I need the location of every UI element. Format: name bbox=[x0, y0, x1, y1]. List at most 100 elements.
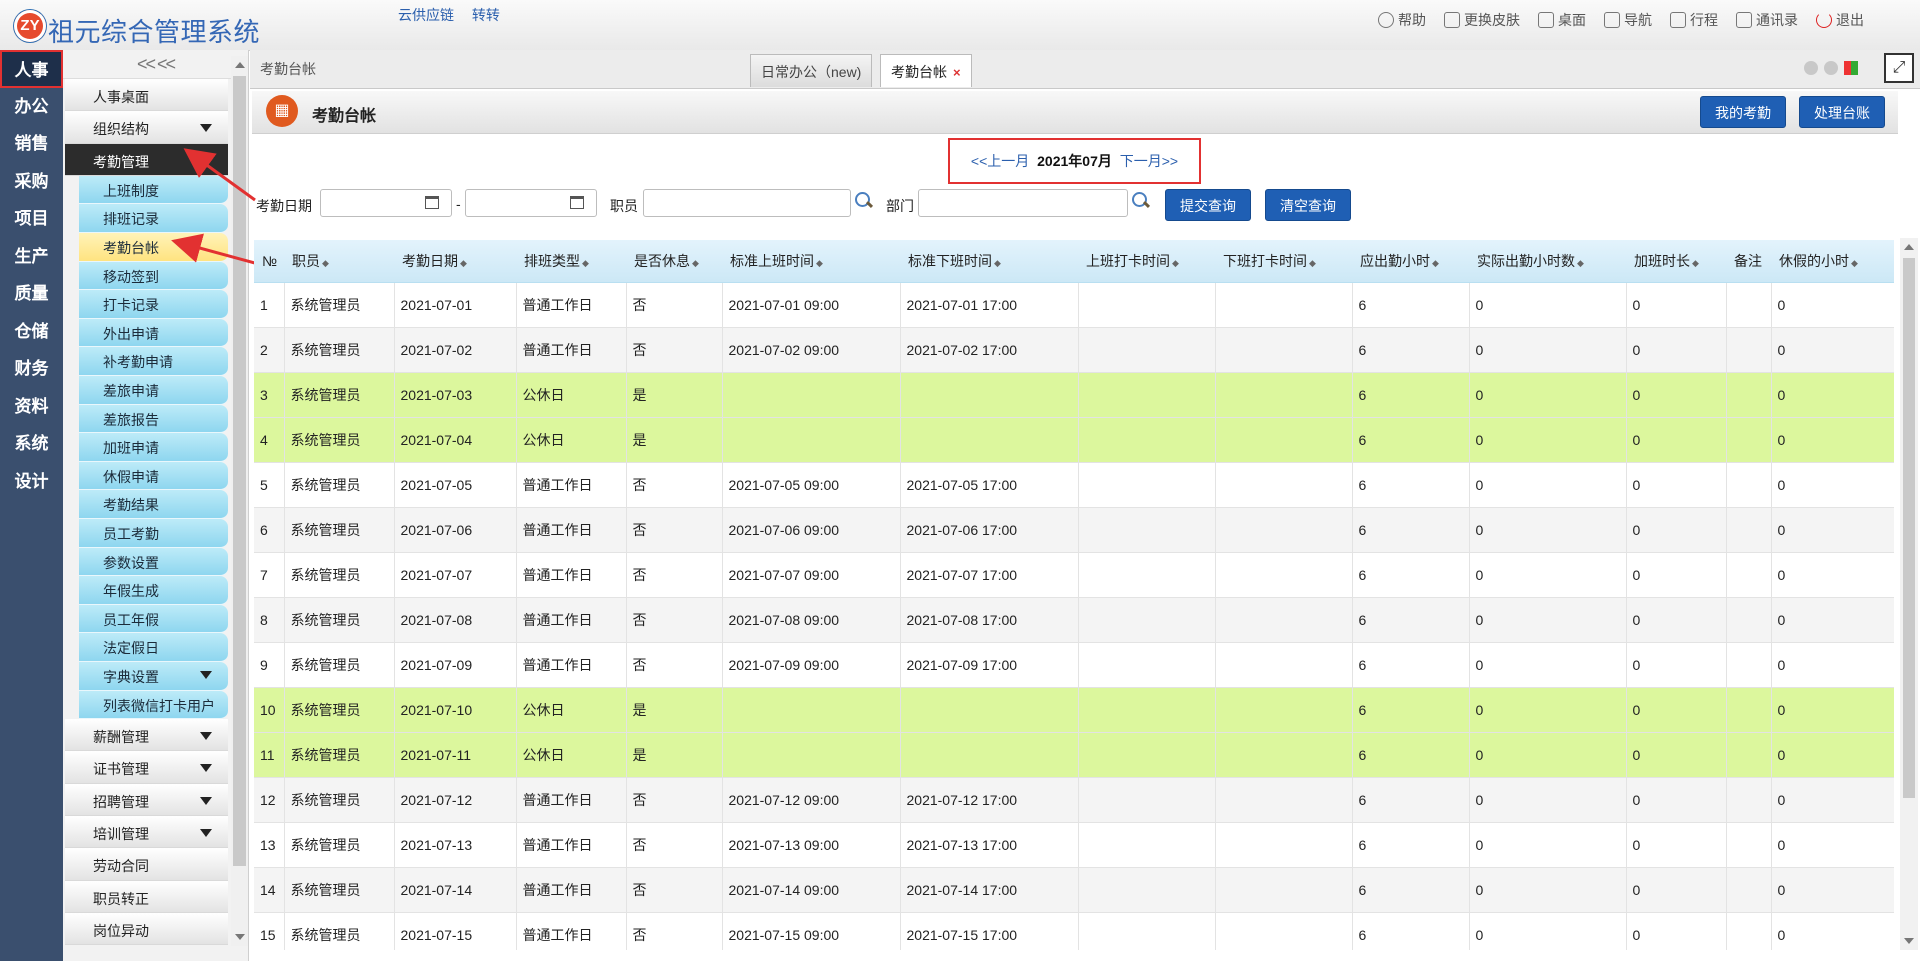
module-item[interactable]: 销售 bbox=[0, 125, 63, 163]
department-search-icon[interactable] bbox=[1132, 192, 1150, 210]
table-row[interactable]: 13 系统管理员 2021-07-13 普通工作日否 2021-07-13 09:00 2… bbox=[254, 822, 1894, 868]
menu-item[interactable]: 打卡记录 bbox=[79, 290, 228, 319]
column-header[interactable]: 上班打卡时间 ◆ bbox=[1078, 240, 1215, 283]
collapse-menu-button[interactable]: << << bbox=[63, 50, 248, 79]
column-header[interactable]: 标准下班时间 ◆ bbox=[900, 240, 1078, 283]
menu-item[interactable]: 差旅申请 bbox=[79, 376, 228, 405]
module-item[interactable]: 办公 bbox=[0, 88, 63, 126]
date-end-input[interactable] bbox=[465, 189, 597, 217]
logout-button[interactable]: 退出 bbox=[1816, 10, 1864, 30]
table-row[interactable]: 14 系统管理员 2021-07-14 普通工作日否 2021-07-14 09:00 2… bbox=[254, 867, 1894, 913]
chevron-down-icon[interactable] bbox=[200, 764, 212, 773]
menu-item[interactable]: 参数设置 bbox=[79, 547, 228, 577]
sort-icon[interactable]: ◆ bbox=[460, 258, 467, 268]
sort-icon[interactable]: ◆ bbox=[1577, 258, 1584, 268]
sort-icon[interactable]: ◆ bbox=[994, 258, 1001, 268]
calendar-icon[interactable] bbox=[570, 196, 584, 209]
column-header[interactable]: 实际出勤小时数 ◆ bbox=[1469, 240, 1626, 283]
scroll-down-icon[interactable] bbox=[1904, 938, 1914, 944]
module-item[interactable]: 财务 bbox=[0, 350, 63, 388]
sort-icon[interactable]: ◆ bbox=[1309, 258, 1316, 268]
tab-next-icon[interactable] bbox=[1824, 61, 1838, 75]
page-scrollbar[interactable] bbox=[1900, 238, 1918, 950]
page-scroll-thumb[interactable] bbox=[1903, 258, 1915, 798]
submit-query-button[interactable]: 提交查询 bbox=[1165, 189, 1251, 221]
table-row[interactable]: 11 系统管理员 2021-07-11 公休日是 6 0 0 0 bbox=[254, 732, 1894, 778]
table-row[interactable]: 10 系统管理员 2021-07-10 公休日是 6 0 0 0 bbox=[254, 687, 1894, 733]
module-item[interactable]: 资料 bbox=[0, 388, 63, 426]
menu-item[interactable]: 外出申请 bbox=[79, 318, 228, 348]
menu-item[interactable]: 加班申请 bbox=[79, 433, 228, 462]
scroll-down-icon[interactable] bbox=[235, 934, 245, 940]
menu-item[interactable]: 年假生成 bbox=[79, 576, 228, 605]
sort-icon[interactable]: ◆ bbox=[322, 258, 329, 268]
menu-item[interactable]: 移动签到 bbox=[79, 261, 228, 291]
module-item[interactable]: 人事 bbox=[0, 50, 63, 88]
table-row[interactable]: 2 系统管理员 2021-07-02 普通工作日否 2021-07-02 09:00 20… bbox=[254, 327, 1894, 373]
module-item[interactable]: 生产 bbox=[0, 238, 63, 276]
menu-item[interactable]: 劳动合同 bbox=[65, 848, 228, 881]
close-icon[interactable]: × bbox=[953, 65, 961, 80]
process-ledger-button[interactable]: 处理台账 bbox=[1799, 96, 1885, 128]
menu-scroll-thumb[interactable] bbox=[233, 76, 246, 866]
table-row[interactable]: 5 系统管理员 2021-07-05 普通工作日否 2021-07-05 09:00 20… bbox=[254, 462, 1894, 508]
help-button[interactable]: 帮助 bbox=[1378, 10, 1426, 30]
tab-list-icon[interactable] bbox=[1844, 61, 1858, 75]
menu-item[interactable]: 培训管理 bbox=[65, 816, 228, 849]
table-row[interactable]: 9 系统管理员 2021-07-09 普通工作日否 2021-07-09 09:00 20… bbox=[254, 642, 1894, 688]
sort-icon[interactable]: ◆ bbox=[1172, 258, 1179, 268]
menu-item[interactable]: 人事桌面 bbox=[65, 79, 228, 112]
chevron-down-icon[interactable] bbox=[200, 829, 212, 838]
scroll-up-icon[interactable] bbox=[1904, 244, 1914, 250]
sort-icon[interactable]: ◆ bbox=[582, 258, 589, 268]
menu-item[interactable]: 职员转正 bbox=[65, 880, 228, 913]
menu-item[interactable]: 字典设置 bbox=[79, 661, 228, 691]
change-skin-button[interactable]: 更换皮肤 bbox=[1444, 10, 1520, 30]
scroll-up-icon[interactable] bbox=[235, 62, 245, 68]
menu-item[interactable]: 岗位异动 bbox=[65, 912, 228, 946]
column-header[interactable]: 备注 bbox=[1726, 240, 1771, 283]
table-row[interactable]: 6 系统管理员 2021-07-06 普通工作日否 2021-07-06 09:00 20… bbox=[254, 507, 1894, 553]
sort-icon[interactable]: ◆ bbox=[1692, 258, 1699, 268]
column-header[interactable]: № bbox=[254, 240, 284, 283]
contacts-button[interactable]: 通讯录 bbox=[1736, 10, 1798, 30]
column-header[interactable]: 考勤日期 ◆ bbox=[394, 240, 516, 283]
menu-item[interactable]: 休假申请 bbox=[79, 461, 228, 491]
menu-item[interactable]: 考勤结果 bbox=[79, 490, 228, 520]
column-header[interactable]: 职员 ◆ bbox=[284, 240, 394, 283]
chevron-down-icon[interactable] bbox=[200, 732, 212, 741]
link-transfer[interactable]: 转转 bbox=[472, 7, 500, 23]
chevron-down-icon[interactable] bbox=[200, 124, 212, 133]
clear-query-button[interactable]: 清空查询 bbox=[1265, 189, 1351, 221]
table-row[interactable]: 4 系统管理员 2021-07-04 公休日是 6 0 0 0 bbox=[254, 417, 1894, 463]
menu-item[interactable]: 列表微信打卡用户 bbox=[79, 690, 228, 720]
table-row[interactable]: 3 系统管理员 2021-07-03 公休日是 6 0 0 0 bbox=[254, 372, 1894, 418]
column-header[interactable]: 是否休息 ◆ bbox=[626, 240, 722, 283]
module-item[interactable]: 质量 bbox=[0, 275, 63, 313]
menu-item[interactable]: 薪酬管理 bbox=[65, 719, 228, 752]
menu-item[interactable]: 补考勤申请 bbox=[79, 347, 228, 377]
column-header[interactable]: 下班打卡时间 ◆ bbox=[1215, 240, 1352, 283]
navigation-button[interactable]: 导航 bbox=[1604, 10, 1652, 30]
table-row[interactable]: 1 系统管理员 2021-07-01 普通工作日否 2021-07-01 09:00 20… bbox=[254, 282, 1894, 328]
menu-item[interactable]: 排班记录 bbox=[79, 204, 228, 234]
fullscreen-button[interactable]: ⤢ bbox=[1884, 53, 1914, 83]
module-item[interactable]: 仓储 bbox=[0, 313, 63, 351]
date-start-input[interactable] bbox=[320, 189, 452, 217]
sort-icon[interactable]: ◆ bbox=[1851, 258, 1858, 268]
table-row[interactable]: 12 系统管理员 2021-07-12 普通工作日否 2021-07-12 09:00 2… bbox=[254, 777, 1894, 823]
sort-icon[interactable]: ◆ bbox=[692, 258, 699, 268]
menu-scrollbar[interactable] bbox=[231, 56, 248, 946]
column-header[interactable]: 应出勤小时 ◆ bbox=[1352, 240, 1469, 283]
menu-item[interactable]: 招聘管理 bbox=[65, 783, 228, 817]
department-input[interactable] bbox=[918, 189, 1128, 217]
desktop-button[interactable]: 桌面 bbox=[1538, 10, 1586, 30]
tab-prev-icon[interactable] bbox=[1804, 61, 1818, 75]
menu-item[interactable]: 员工考勤 bbox=[79, 519, 228, 548]
menu-item[interactable]: 考勤管理 bbox=[65, 143, 228, 176]
chevron-down-icon[interactable] bbox=[200, 670, 212, 679]
menu-item[interactable]: 差旅报告 bbox=[79, 404, 228, 434]
module-item[interactable]: 采购 bbox=[0, 163, 63, 201]
table-row[interactable]: 7 系统管理员 2021-07-07 普通工作日否 2021-07-07 09:00 20… bbox=[254, 552, 1894, 598]
menu-item[interactable]: 员工年假 bbox=[79, 604, 228, 634]
